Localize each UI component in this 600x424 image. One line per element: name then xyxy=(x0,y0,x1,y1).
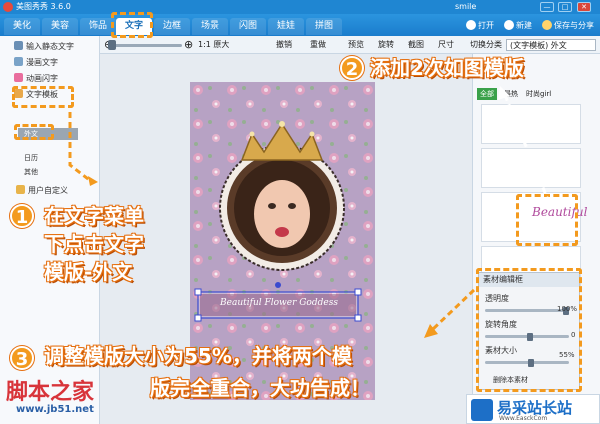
watermark-jb51-name: 脚本之家 xyxy=(6,379,95,405)
step-1-line-1: 在文字菜单 xyxy=(44,204,144,228)
step-3-line-2: 版完全重合，大功告成！ xyxy=(150,376,370,400)
watermark-easck: 易采站长站 Www.EasckCom xyxy=(466,394,600,424)
app-window: 美图秀秀 3.6.0 smile — □ ✕ 美化 美容 饰品 文字 边框 场景… xyxy=(0,0,600,424)
easck-logo-icon xyxy=(471,399,493,421)
step-3-badge: 3 xyxy=(10,346,34,370)
step-1-badge: 1 xyxy=(10,204,34,228)
step-3-line-1: 调整模版大小为55%，并将两个模 xyxy=(44,344,352,368)
step-1-line-3: 模版-外文 xyxy=(44,260,133,284)
step-1-line-2: 下点击文字 xyxy=(44,232,144,256)
step-1-text: 在文字菜单 下点击文字 模版-外文 xyxy=(44,202,144,286)
watermark-jb51-url: www.jb51.net xyxy=(16,404,94,415)
step-2-text: 添加2次如图模版 xyxy=(370,56,524,80)
step-2-badge: 2 xyxy=(340,56,364,80)
watermark-easck-sub: Www.EasckCom xyxy=(499,415,548,422)
watermark-jb51: 脚本之家 www.jb51.net xyxy=(2,368,137,424)
